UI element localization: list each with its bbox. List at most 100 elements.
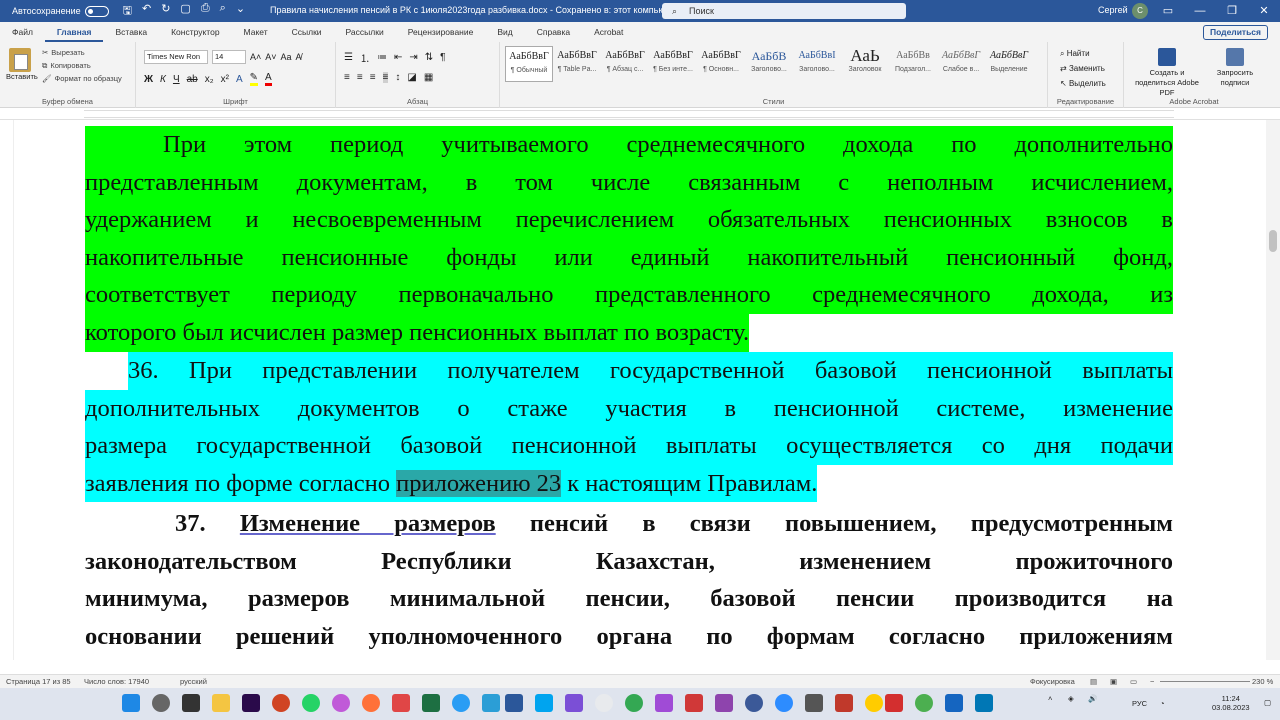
paragraph-36[interactable]: 36. При представлении получателем госуда… <box>85 352 1173 503</box>
selected-text[interactable]: приложению 23 <box>396 469 562 497</box>
tab-layout[interactable]: Макет <box>232 27 280 37</box>
strikethrough-icon[interactable]: ab <box>187 74 198 85</box>
save-icon[interactable]: 🖫 <box>123 2 132 21</box>
app-icon[interactable] <box>745 694 763 712</box>
superscript-icon[interactable]: x² <box>221 74 229 85</box>
find-button[interactable]: ⌕ Найти <box>1060 46 1106 61</box>
show-marks-icon[interactable]: ¶ <box>440 52 445 63</box>
wifi-icon[interactable]: ◔ <box>1160 699 1165 708</box>
replace-button[interactable]: ⇄ Заменить <box>1060 61 1106 76</box>
create-pdf-button[interactable]: Создать и поделиться Adobe PDF <box>1130 48 1204 98</box>
vertical-scrollbar[interactable] <box>1266 120 1280 660</box>
paragraph-1[interactable]: При этом период учитываемого среднемесяч… <box>85 126 1173 352</box>
tray-overflow-icon[interactable]: ˄ <box>1048 694 1052 703</box>
user-name[interactable]: Сергей <box>1098 5 1128 15</box>
align-right-icon[interactable]: ≡ <box>370 72 376 83</box>
volume-icon[interactable]: 🔊 <box>1088 694 1097 703</box>
page-counter[interactable]: Страница 17 из 85 <box>6 677 71 686</box>
autosave-toggle[interactable]: Автосохранение <box>12 5 109 17</box>
format-painter-button[interactable]: 🖌 Формат по образцу <box>42 72 122 85</box>
font-size-select[interactable]: 14 <box>212 50 246 64</box>
app-icon[interactable] <box>565 694 583 712</box>
focus-mode-button[interactable]: Фокусировка <box>1030 677 1075 686</box>
file-explorer-icon[interactable] <box>212 694 230 712</box>
word-icon[interactable] <box>505 694 523 712</box>
tab-review[interactable]: Рецензирование <box>396 27 486 37</box>
zoom-icon[interactable] <box>775 694 793 712</box>
shading-icon[interactable]: ◪ <box>407 72 416 83</box>
web-layout-icon[interactable]: ▭ <box>1130 677 1137 686</box>
tab-insert[interactable]: Вставка <box>103 27 159 37</box>
style-list-paragraph[interactable]: АаБбВвГ ¶ Абзац с... <box>601 46 649 82</box>
style-no-spacing[interactable]: АаБбВвГ ¶ Без инте... <box>649 46 697 82</box>
chrome-icon[interactable] <box>595 694 613 712</box>
app-icon[interactable] <box>835 694 853 712</box>
chrome-profile-icon[interactable] <box>625 694 643 712</box>
avatar[interactable]: С <box>1132 3 1148 19</box>
firefox-icon[interactable] <box>362 694 380 712</box>
input-language[interactable]: РУС <box>1132 699 1147 708</box>
style-subtle-emphasis[interactable]: АаБбВвГ Слабое в... <box>937 46 985 82</box>
copy-button[interactable]: ⧉ Копировать <box>42 59 122 72</box>
select-button[interactable]: ↖ Выделить <box>1060 76 1106 91</box>
app-icon[interactable] <box>805 694 823 712</box>
paste-button[interactable]: Вставить <box>6 48 38 81</box>
text-effects-icon[interactable]: A <box>236 74 243 85</box>
word-count[interactable]: Число слов: 17940 <box>84 677 149 686</box>
powerpoint-icon[interactable] <box>272 694 290 712</box>
minimize-icon[interactable]: — <box>1184 0 1216 22</box>
shrink-font-icon[interactable]: A˅ <box>265 52 276 62</box>
tab-help[interactable]: Справка <box>525 27 582 37</box>
style-title[interactable]: АаЬ Заголовок <box>841 46 889 82</box>
app-icon[interactable] <box>975 694 993 712</box>
justify-icon[interactable]: ≡ <box>382 72 389 83</box>
undo-icon[interactable]: ↶ <box>142 2 151 21</box>
align-center-icon[interactable]: ≡ <box>357 72 363 83</box>
print-layout-icon[interactable]: ▣ <box>1110 677 1117 686</box>
app-icon[interactable] <box>945 694 963 712</box>
zoom-slider[interactable] <box>1160 681 1250 682</box>
style-table-paragraph[interactable]: АаБбВвГ ¶ Table Pa... <box>553 46 601 82</box>
search-icon[interactable]: ⌕ <box>220 2 226 21</box>
style-subtitle[interactable]: АаБбВв Подзагол... <box>889 46 937 82</box>
print-icon[interactable]: ⎙ <box>201 2 210 21</box>
app-icon[interactable] <box>915 694 933 712</box>
zoom-level[interactable]: 230 % <box>1252 677 1273 686</box>
app-icon[interactable] <box>685 694 703 712</box>
sort-icon[interactable]: ⇅ <box>425 52 433 63</box>
telegram-icon[interactable] <box>452 694 470 712</box>
underline-icon[interactable]: Ч <box>173 74 180 85</box>
style-normal[interactable]: АаБбВвГ ¶ Обычный <box>505 46 553 82</box>
increase-indent-icon[interactable]: ⇥ <box>409 52 417 63</box>
language-indicator[interactable]: русский <box>180 677 207 686</box>
numbering-icon[interactable]: ⒈ <box>360 50 370 65</box>
align-left-icon[interactable]: ≡ <box>344 72 350 83</box>
borders-icon[interactable]: ▦ <box>424 72 433 83</box>
toggle-switch-icon[interactable] <box>84 5 109 17</box>
tab-acrobat[interactable]: Acrobat <box>582 27 635 37</box>
document-page[interactable]: При этом период учитываемого среднемесяч… <box>14 120 1266 660</box>
tab-file[interactable]: Файл <box>0 27 45 37</box>
cut-button[interactable]: ✂ Вырезать <box>42 46 122 59</box>
scrollbar-thumb[interactable] <box>1269 230 1277 252</box>
premiere-icon[interactable] <box>242 694 260 712</box>
redo-icon[interactable]: ↻ <box>161 2 170 21</box>
yandex-icon[interactable] <box>885 694 903 712</box>
font-name-select[interactable]: Times New Ron <box>144 50 208 64</box>
change-case-icon[interactable]: Aa <box>281 52 292 62</box>
style-emphasis[interactable]: АаБбВвГ Выделение <box>985 46 1033 82</box>
tab-references[interactable]: Ссылки <box>280 27 334 37</box>
app-icon[interactable] <box>392 694 410 712</box>
search-input[interactable]: ⌕ Поиск <box>662 3 906 19</box>
grow-font-icon[interactable]: A˄ <box>250 52 261 62</box>
italic-icon[interactable]: К <box>160 74 166 85</box>
bold-icon[interactable]: Ж <box>144 74 153 85</box>
share-button[interactable]: Поделиться <box>1202 25 1268 40</box>
new-document-icon[interactable]: ▢ <box>180 2 190 21</box>
app-icon[interactable] <box>715 694 733 712</box>
maximize-icon[interactable]: ❐ <box>1216 0 1248 22</box>
tab-mailings[interactable]: Рассылки <box>334 27 396 37</box>
subscript-icon[interactable]: x₂ <box>205 74 214 85</box>
whatsapp-icon[interactable] <box>302 694 320 712</box>
read-mode-icon[interactable]: ▤ <box>1090 677 1097 686</box>
